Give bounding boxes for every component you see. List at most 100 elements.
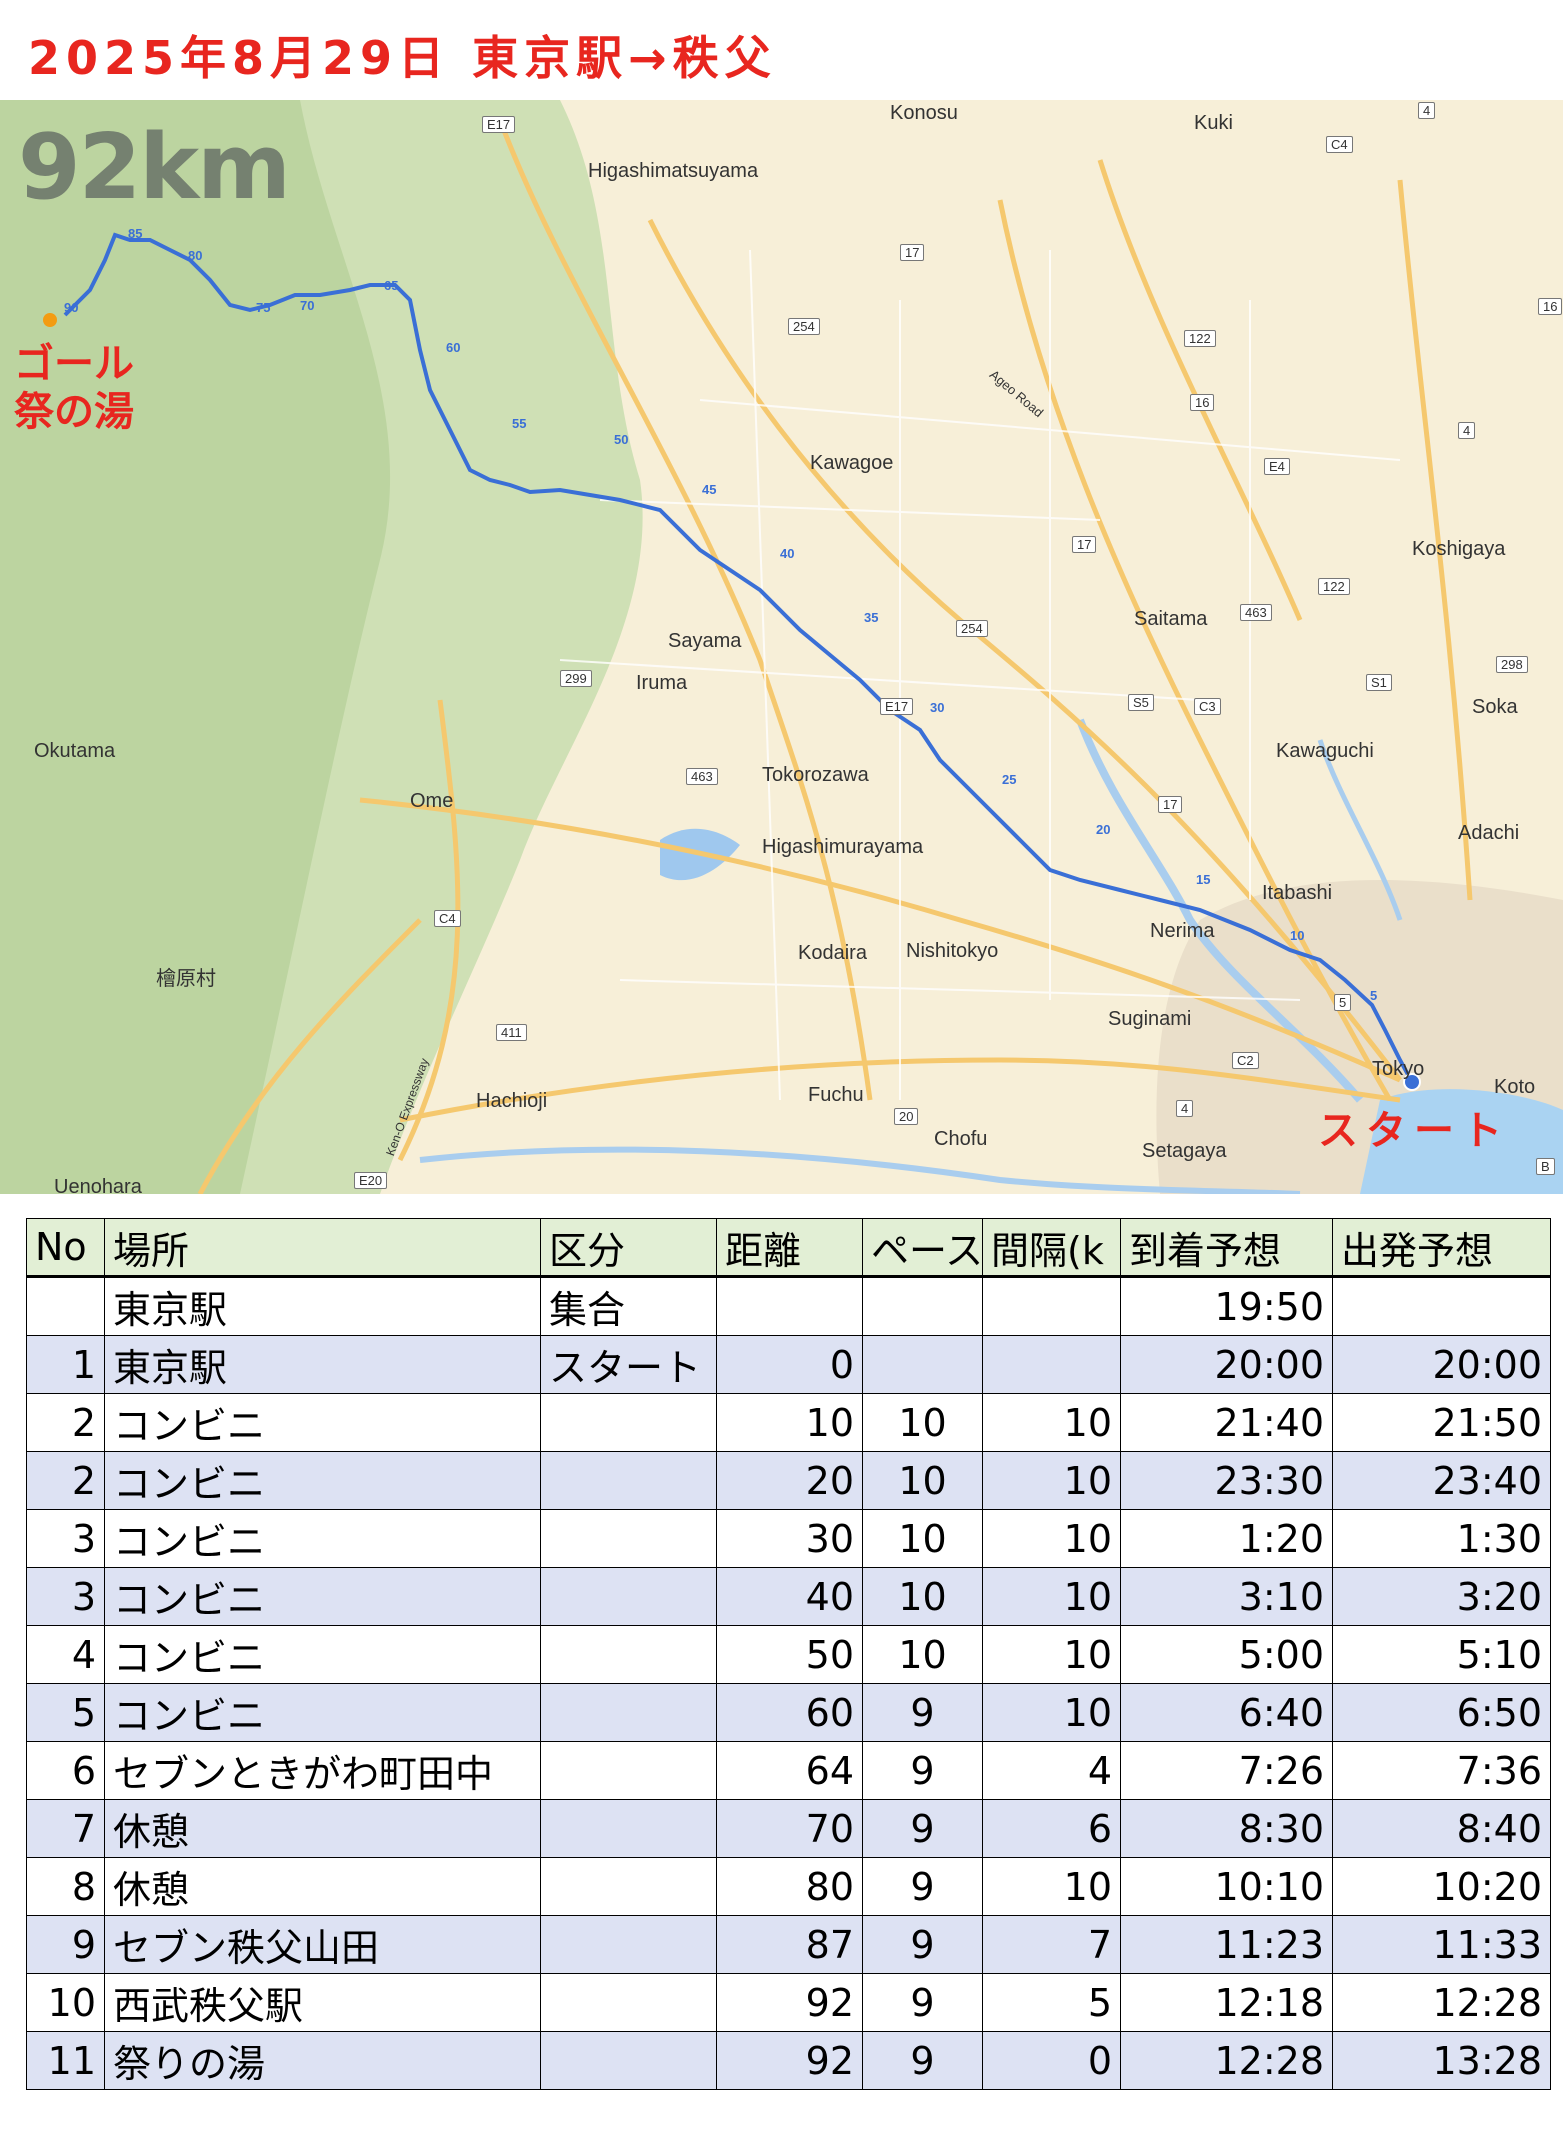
table-row[interactable]: 3 コンビニ 40 10 10 3:10 3:20	[26, 1567, 1551, 1626]
city-label: Sayama	[668, 630, 742, 652]
cell-place: コンビニ	[104, 1509, 541, 1568]
city-label: Setagaya	[1142, 1140, 1227, 1162]
route-km-marker: 70	[300, 298, 315, 313]
cell-distance: 40	[716, 1567, 863, 1626]
road-shield: S5	[1128, 694, 1154, 711]
city-label: Fuchu	[808, 1084, 864, 1106]
table-row[interactable]: 9 セブン秩父山田 87 9 7 11:23 11:33	[26, 1915, 1551, 1974]
table-row[interactable]: 5 コンビニ 60 9 10 6:40 6:50	[26, 1683, 1551, 1742]
city-label: Itabashi	[1262, 882, 1333, 904]
cell-place: コンビニ	[104, 1625, 541, 1684]
cell-type: 集合	[540, 1276, 717, 1336]
cell-pace: 9	[862, 1915, 983, 1974]
road-shield: E20	[354, 1172, 388, 1189]
table-row[interactable]: 6 セブンときがわ町田中 64 9 4 7:26 7:36	[26, 1741, 1551, 1800]
cell-departure: 5:10	[1332, 1625, 1551, 1684]
cell-pace: 10	[862, 1567, 983, 1626]
city-label: Higashimatsuyama	[588, 160, 759, 182]
route-km-marker: 40	[780, 546, 795, 561]
cell-no: 10	[26, 1973, 105, 2032]
cell-no: 6	[26, 1741, 105, 1800]
distance-label: 92km	[18, 115, 291, 220]
cell-pace: 9	[862, 1741, 983, 1800]
map-canvas	[0, 100, 1563, 1194]
cell-interval: 4	[982, 1741, 1121, 1800]
table-row[interactable]: 1 東京駅 スタート 0 20:00 20:00	[26, 1335, 1551, 1394]
cell-pace	[862, 1276, 983, 1336]
cell-no: 2	[26, 1451, 105, 1510]
city-label: Hachioji	[476, 1090, 548, 1112]
cell-departure: 7:36	[1332, 1741, 1551, 1800]
table-row[interactable]: 4 コンビニ 50 10 10 5:00 5:10	[26, 1625, 1551, 1684]
table-row[interactable]: 11 祭りの湯 92 9 0 12:28 13:28	[26, 2031, 1551, 2090]
cell-interval	[982, 1335, 1121, 1394]
cell-distance: 80	[716, 1857, 863, 1916]
cell-no: 11	[26, 2031, 105, 2090]
cell-place: セブン秩父山田	[104, 1915, 541, 1974]
table-row[interactable]: 2 コンビニ 10 10 10 21:40 21:50	[26, 1393, 1551, 1452]
cell-no: 8	[26, 1857, 105, 1916]
cell-place: 西武秩父駅	[104, 1973, 541, 2032]
table-row[interactable]: 10 西武秩父駅 92 9 5 12:18 12:28	[26, 1973, 1551, 2032]
cell-no	[26, 1276, 105, 1336]
cell-interval: 10	[982, 1509, 1121, 1568]
cell-arrival: 5:00	[1120, 1625, 1333, 1684]
road-shield: 463	[686, 768, 718, 785]
route-km-marker: 55	[512, 416, 527, 431]
cell-arrival: 12:28	[1120, 2031, 1333, 2090]
road-shield: 122	[1184, 330, 1216, 347]
cell-type	[540, 1625, 717, 1684]
table-header-row: No 場所 区分 距離 ペース 間隔(k 到着予想 出発予想	[26, 1218, 1551, 1278]
cell-distance: 20	[716, 1451, 863, 1510]
city-label: Soka	[1472, 696, 1518, 718]
cell-distance: 50	[716, 1625, 863, 1684]
cell-departure: 12:28	[1332, 1973, 1551, 2032]
cell-pace: 10	[862, 1509, 983, 1568]
schedule-table: No 場所 区分 距離 ペース 間隔(k 到着予想 出発予想 東京駅 集合 19:50 1 東京駅 スタ…	[26, 1218, 1551, 2090]
city-label: Saitama	[1134, 608, 1208, 630]
table-row[interactable]: 8 休憩 80 9 10 10:10 10:20	[26, 1857, 1551, 1916]
cell-pace: 10	[862, 1625, 983, 1684]
table-row[interactable]: 3 コンビニ 30 10 10 1:20 1:30	[26, 1509, 1551, 1568]
road-shield: 20	[894, 1108, 919, 1125]
route-km-marker: 80	[188, 248, 203, 263]
road-shield: E4	[1264, 458, 1290, 475]
cell-type	[540, 1451, 717, 1510]
cell-distance: 0	[716, 1335, 863, 1394]
road-shield: C2	[1232, 1052, 1259, 1069]
city-label: Koshigaya	[1412, 538, 1506, 560]
table-row[interactable]: 2 コンビニ 20 10 10 23:30 23:40	[26, 1451, 1551, 1510]
cell-distance: 30	[716, 1509, 863, 1568]
cell-type	[540, 1799, 717, 1858]
road-shield: E17	[482, 116, 516, 133]
table-row[interactable]: 東京駅 集合 19:50	[26, 1276, 1551, 1336]
cell-place: 休憩	[104, 1799, 541, 1858]
goal-label-line2: 祭の湯	[14, 389, 134, 435]
cell-interval: 6	[982, 1799, 1121, 1858]
city-label: Kawagoe	[810, 452, 894, 474]
goal-point-marker[interactable]	[43, 313, 57, 327]
cell-place: 祭りの湯	[104, 2031, 541, 2090]
route-map[interactable]: 5 10 15 20 25 30 35 40 45 50 55 60 65 70…	[0, 100, 1563, 1194]
header-arrival: 到着予想	[1120, 1218, 1333, 1278]
cell-interval	[982, 1276, 1121, 1336]
cell-type	[540, 1393, 717, 1452]
start-label: スタート	[1318, 1108, 1510, 1154]
city-label: Chofu	[934, 1128, 988, 1150]
cell-interval: 7	[982, 1915, 1121, 1974]
cell-pace: 10	[862, 1393, 983, 1452]
city-label: 檜原村	[156, 968, 216, 990]
cell-distance: 87	[716, 1915, 863, 1974]
city-label: Tokyo	[1372, 1058, 1425, 1080]
cell-departure	[1332, 1276, 1551, 1336]
table-row[interactable]: 7 休憩 70 9 6 8:30 8:40	[26, 1799, 1551, 1858]
road-shield: 17	[1158, 796, 1183, 813]
cell-type	[540, 1567, 717, 1626]
road-shield: 298	[1496, 656, 1528, 673]
goal-label-line1: ゴール	[14, 341, 134, 387]
cell-no: 1	[26, 1335, 105, 1394]
city-label: Nishitokyo	[906, 940, 999, 962]
cell-type	[540, 1683, 717, 1742]
road-shield: 4	[1418, 102, 1436, 119]
road-shield: 4	[1458, 422, 1476, 439]
